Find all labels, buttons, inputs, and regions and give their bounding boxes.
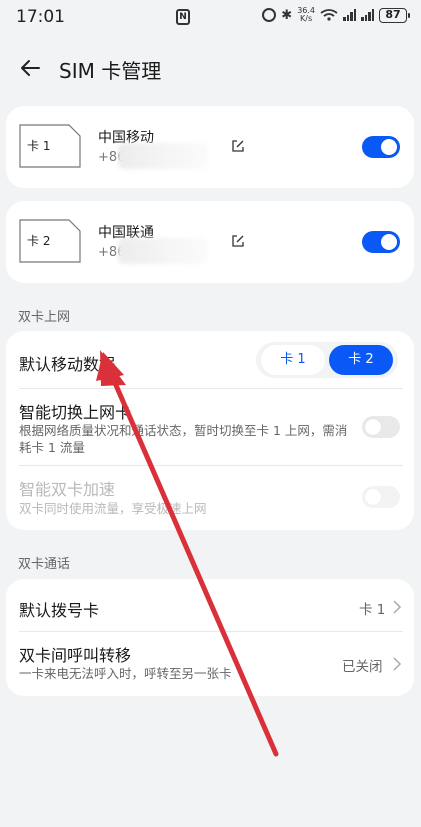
edit-icon[interactable]: [231, 234, 245, 248]
dual-accel-desc: 双卡同时使用流量，享受极速上网: [19, 501, 207, 516]
phone-number-redacted: [118, 143, 208, 169]
edit-icon[interactable]: [231, 139, 245, 153]
dual-accel-title: 智能双卡加速: [19, 480, 116, 499]
status-time: 17:01: [16, 7, 65, 27]
call-forward-title: 双卡间呼叫转移: [19, 646, 132, 665]
smart-switch-row[interactable]: 智能切换上网卡 根据网络质量状况和通话状态，暂时切换至卡 1 上网，需消耗卡 1…: [6, 389, 414, 465]
default-mobile-data-label: 默认移动数据: [19, 355, 116, 374]
data-sim-2-option[interactable]: 卡 2: [329, 345, 393, 375]
status-icons: ✱ 36.4 K/s 87: [262, 7, 410, 23]
default-mobile-data-row: 默认移动数据 卡 1 卡 2: [6, 331, 414, 388]
phone-number-redacted: [118, 238, 208, 264]
data-sim-1-option[interactable]: 卡 1: [261, 345, 325, 375]
bluetooth-icon: ✱: [281, 7, 293, 23]
default-dial-title: 默认拨号卡: [19, 601, 100, 620]
page-header: SIM 卡管理: [0, 48, 421, 88]
network-speed-unit: K/s: [300, 14, 313, 23]
dual-call-card: 默认拨号卡 卡 1 双卡间呼叫转移 一卡来电无法呼入时，呼转至另一张卡 已关闭: [6, 579, 414, 696]
chevron-right-icon: [393, 600, 402, 614]
smart-switch-title: 智能切换上网卡: [19, 403, 132, 422]
network-speed: 36.4 K/s: [297, 7, 315, 23]
call-forward-value: 已关闭: [342, 659, 383, 675]
arrow-left-icon[interactable]: [18, 56, 42, 80]
sim-card-icon: 卡 2: [19, 219, 81, 263]
smart-switch-desc: 根据网络质量状况和通话状态，暂时切换至卡 1 上网，需消耗卡 1 流量: [19, 423, 348, 455]
sim-card-1[interactable]: 卡 1 中国移动 +86: [6, 106, 414, 188]
sim-2-toggle[interactable]: [362, 231, 400, 253]
battery-icon: 87: [379, 7, 410, 23]
dual-internet-card: 默认移动数据 卡 1 卡 2 智能切换上网卡 根据网络质量状况和通话状态，暂时切…: [6, 331, 414, 530]
sim-slot-label: 卡 1: [27, 139, 51, 153]
call-forward-row[interactable]: 双卡间呼叫转移 一卡来电无法呼入时，呼转至另一张卡 已关闭: [6, 632, 414, 696]
alarm-icon: [262, 8, 277, 22]
mobile-data-sim-selector: 卡 1 卡 2: [256, 342, 398, 378]
dual-accel-toggle: [362, 486, 400, 508]
page-title: SIM 卡管理: [59, 59, 162, 83]
default-dial-row[interactable]: 默认拨号卡 卡 1: [6, 579, 414, 631]
signal-icon-sim1: [343, 9, 356, 21]
section-label-dual-internet: 双卡上网: [18, 310, 71, 325]
wifi-icon: [320, 9, 338, 21]
default-dial-value: 卡 1: [359, 602, 386, 618]
section-label-dual-call: 双卡通话: [18, 557, 71, 572]
sim-slot-label: 卡 2: [27, 234, 51, 248]
sim-card-icon: 卡 1: [19, 124, 81, 168]
sim-card-2[interactable]: 卡 2 中国联通 +86: [6, 201, 414, 283]
smart-switch-toggle[interactable]: [362, 416, 400, 438]
chevron-right-icon: [393, 657, 402, 671]
dual-accel-row: 智能双卡加速 双卡同时使用流量，享受极速上网: [6, 466, 414, 530]
nfc-icon: N: [176, 9, 190, 25]
call-forward-desc: 一卡来电无法呼入时，呼转至另一张卡: [19, 666, 232, 681]
sim-1-toggle[interactable]: [362, 136, 400, 158]
signal-icon-sim2: [361, 9, 374, 21]
status-bar: 17:01 N ✱ 36.4 K/s 87: [0, 0, 421, 34]
